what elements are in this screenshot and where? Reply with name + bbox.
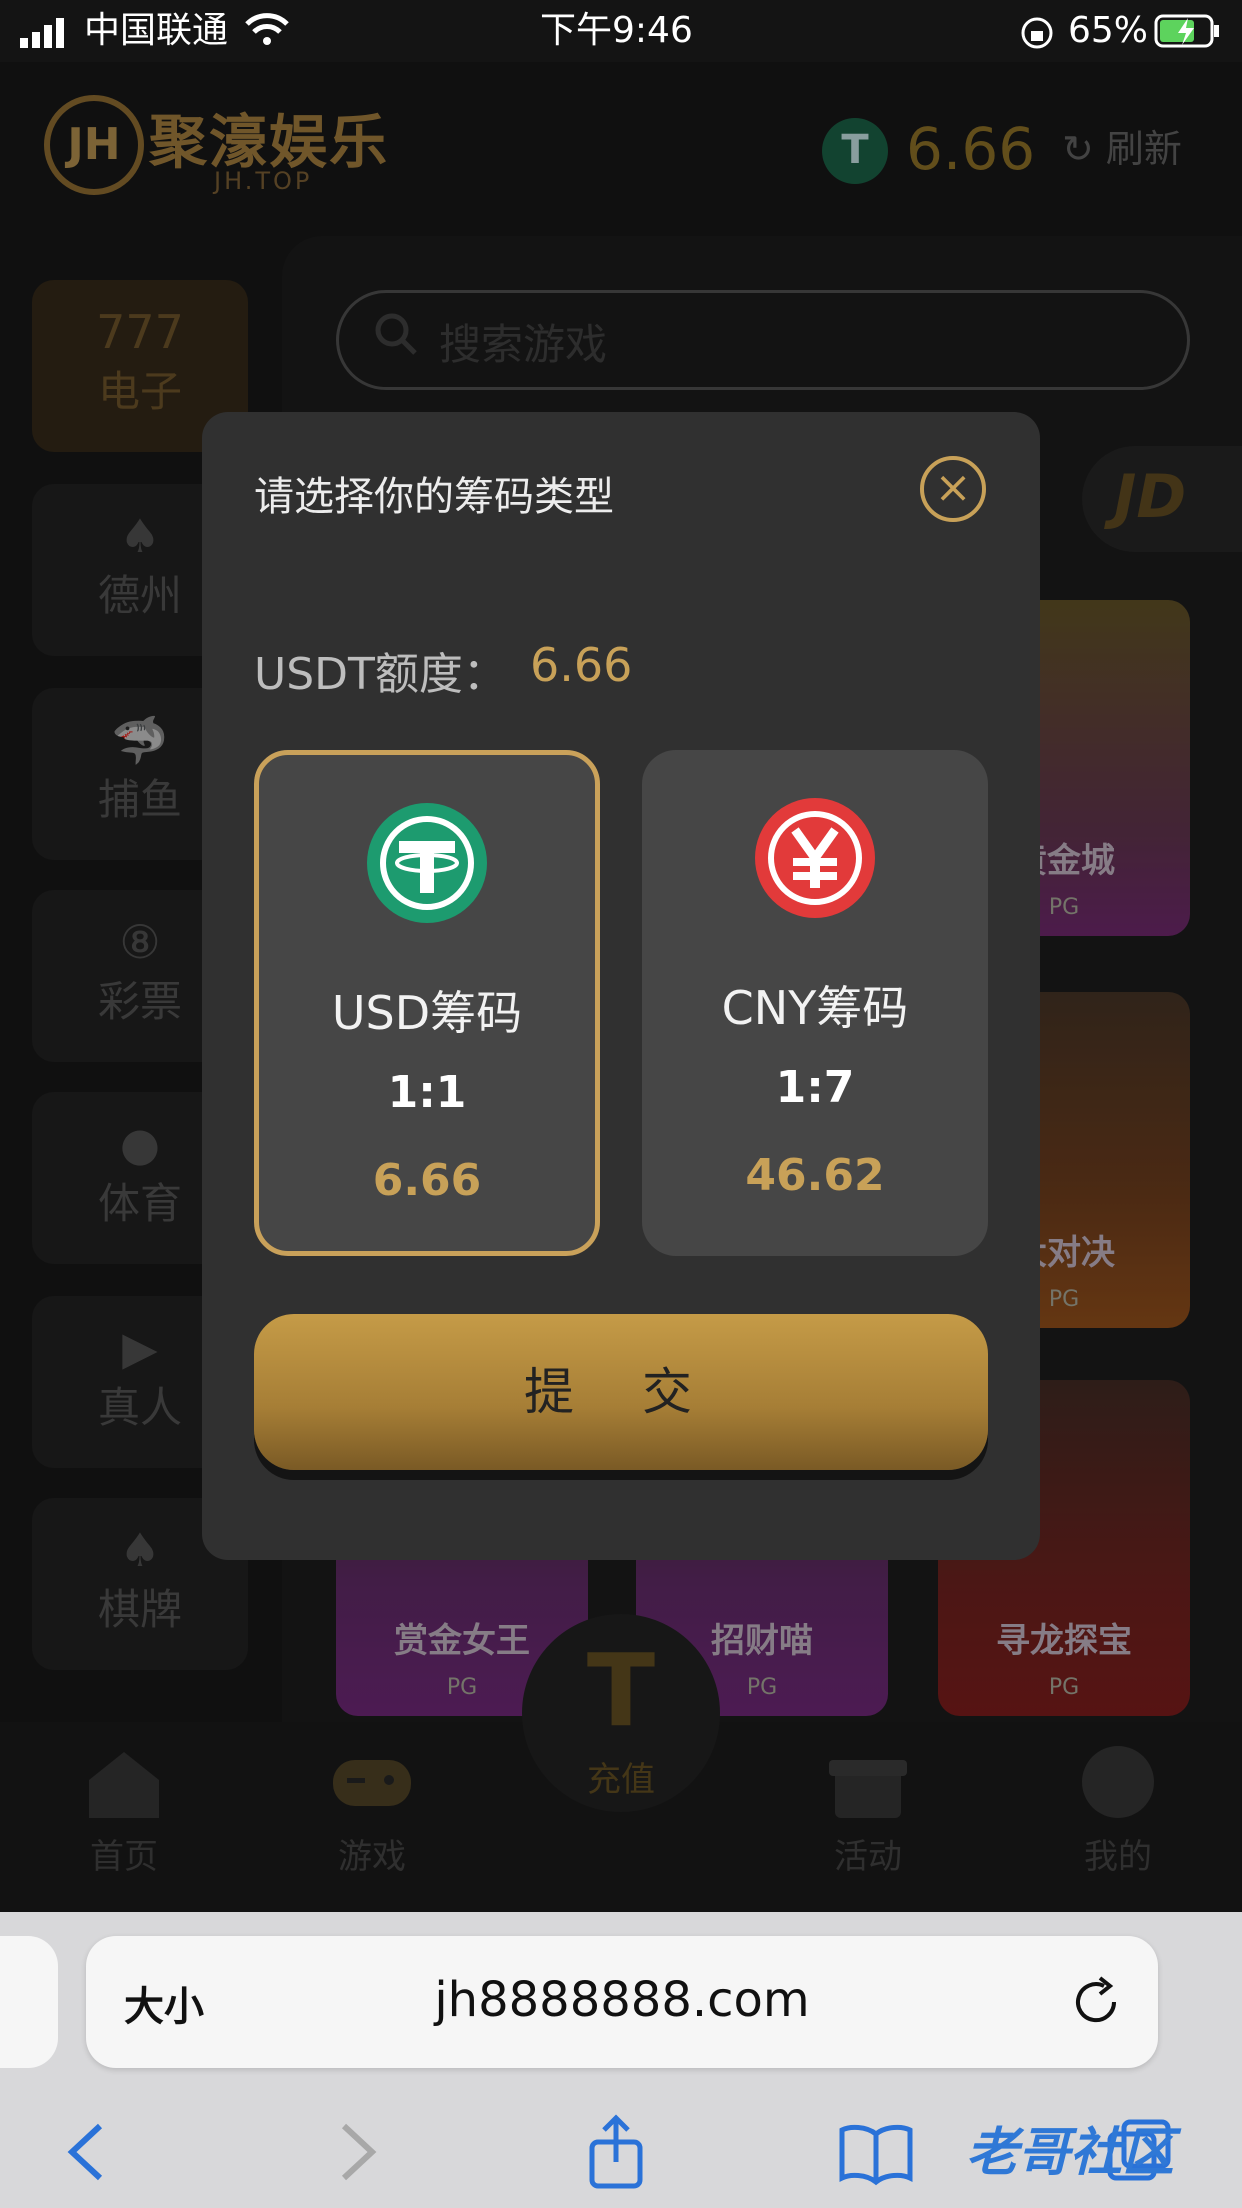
battery-percent: 65% (1068, 10, 1149, 51)
quota-value: 6.66 (530, 638, 633, 692)
usd-chip-option[interactable]: USD筹码 1:1 6.66 (254, 750, 600, 1256)
option-amount: 46.62 (745, 1150, 885, 1201)
share-icon[interactable] (576, 2112, 656, 2192)
option-rate: 1:7 (775, 1062, 855, 1113)
address-bar[interactable]: 大小 jh8888888.com (86, 1936, 1158, 2068)
bookmarks-icon[interactable] (836, 2112, 916, 2192)
back-icon[interactable] (48, 2112, 128, 2192)
rotation-lock-icon (1021, 17, 1053, 49)
forward-icon[interactable] (316, 2112, 396, 2192)
browser-toolbar: 大小 jh8888888.com 老哥社区 (0, 1912, 1242, 2208)
clock: 下午9:46 (540, 10, 693, 51)
chip-type-dialog: 请选择你的筹码类型 × USDT额度： 6.66 USD筹码 1:1 6.66 … (202, 412, 1040, 1560)
carrier-label: 中国联通 (84, 10, 229, 51)
option-name: CNY筹码 (721, 981, 909, 1035)
reload-icon[interactable] (1066, 1972, 1126, 2032)
close-icon[interactable]: × (920, 456, 986, 522)
status-bar: 中国联通 下午9:46 65% (0, 0, 1242, 62)
previous-tab-peek[interactable] (0, 1936, 58, 2068)
tether-icon (367, 803, 487, 923)
battery-icon (1154, 14, 1219, 48)
option-rate: 1:1 (387, 1067, 467, 1118)
cny-chip-option[interactable]: CNY筹码 1:7 46.62 (642, 750, 988, 1256)
url-text: jh8888888.com (434, 1972, 810, 2028)
quota-label: USDT额度： (254, 649, 507, 700)
yuan-icon (755, 798, 875, 918)
site-watermark: 老哥社区 (966, 2123, 1175, 2183)
option-amount: 6.66 (372, 1155, 482, 1206)
dialog-title: 请选择你的筹码类型 (254, 474, 614, 520)
signal-icon (20, 18, 64, 48)
option-name: USD筹码 (331, 986, 523, 1040)
submit-button[interactable]: 提 交 (254, 1314, 988, 1470)
wifi-icon (245, 13, 289, 45)
